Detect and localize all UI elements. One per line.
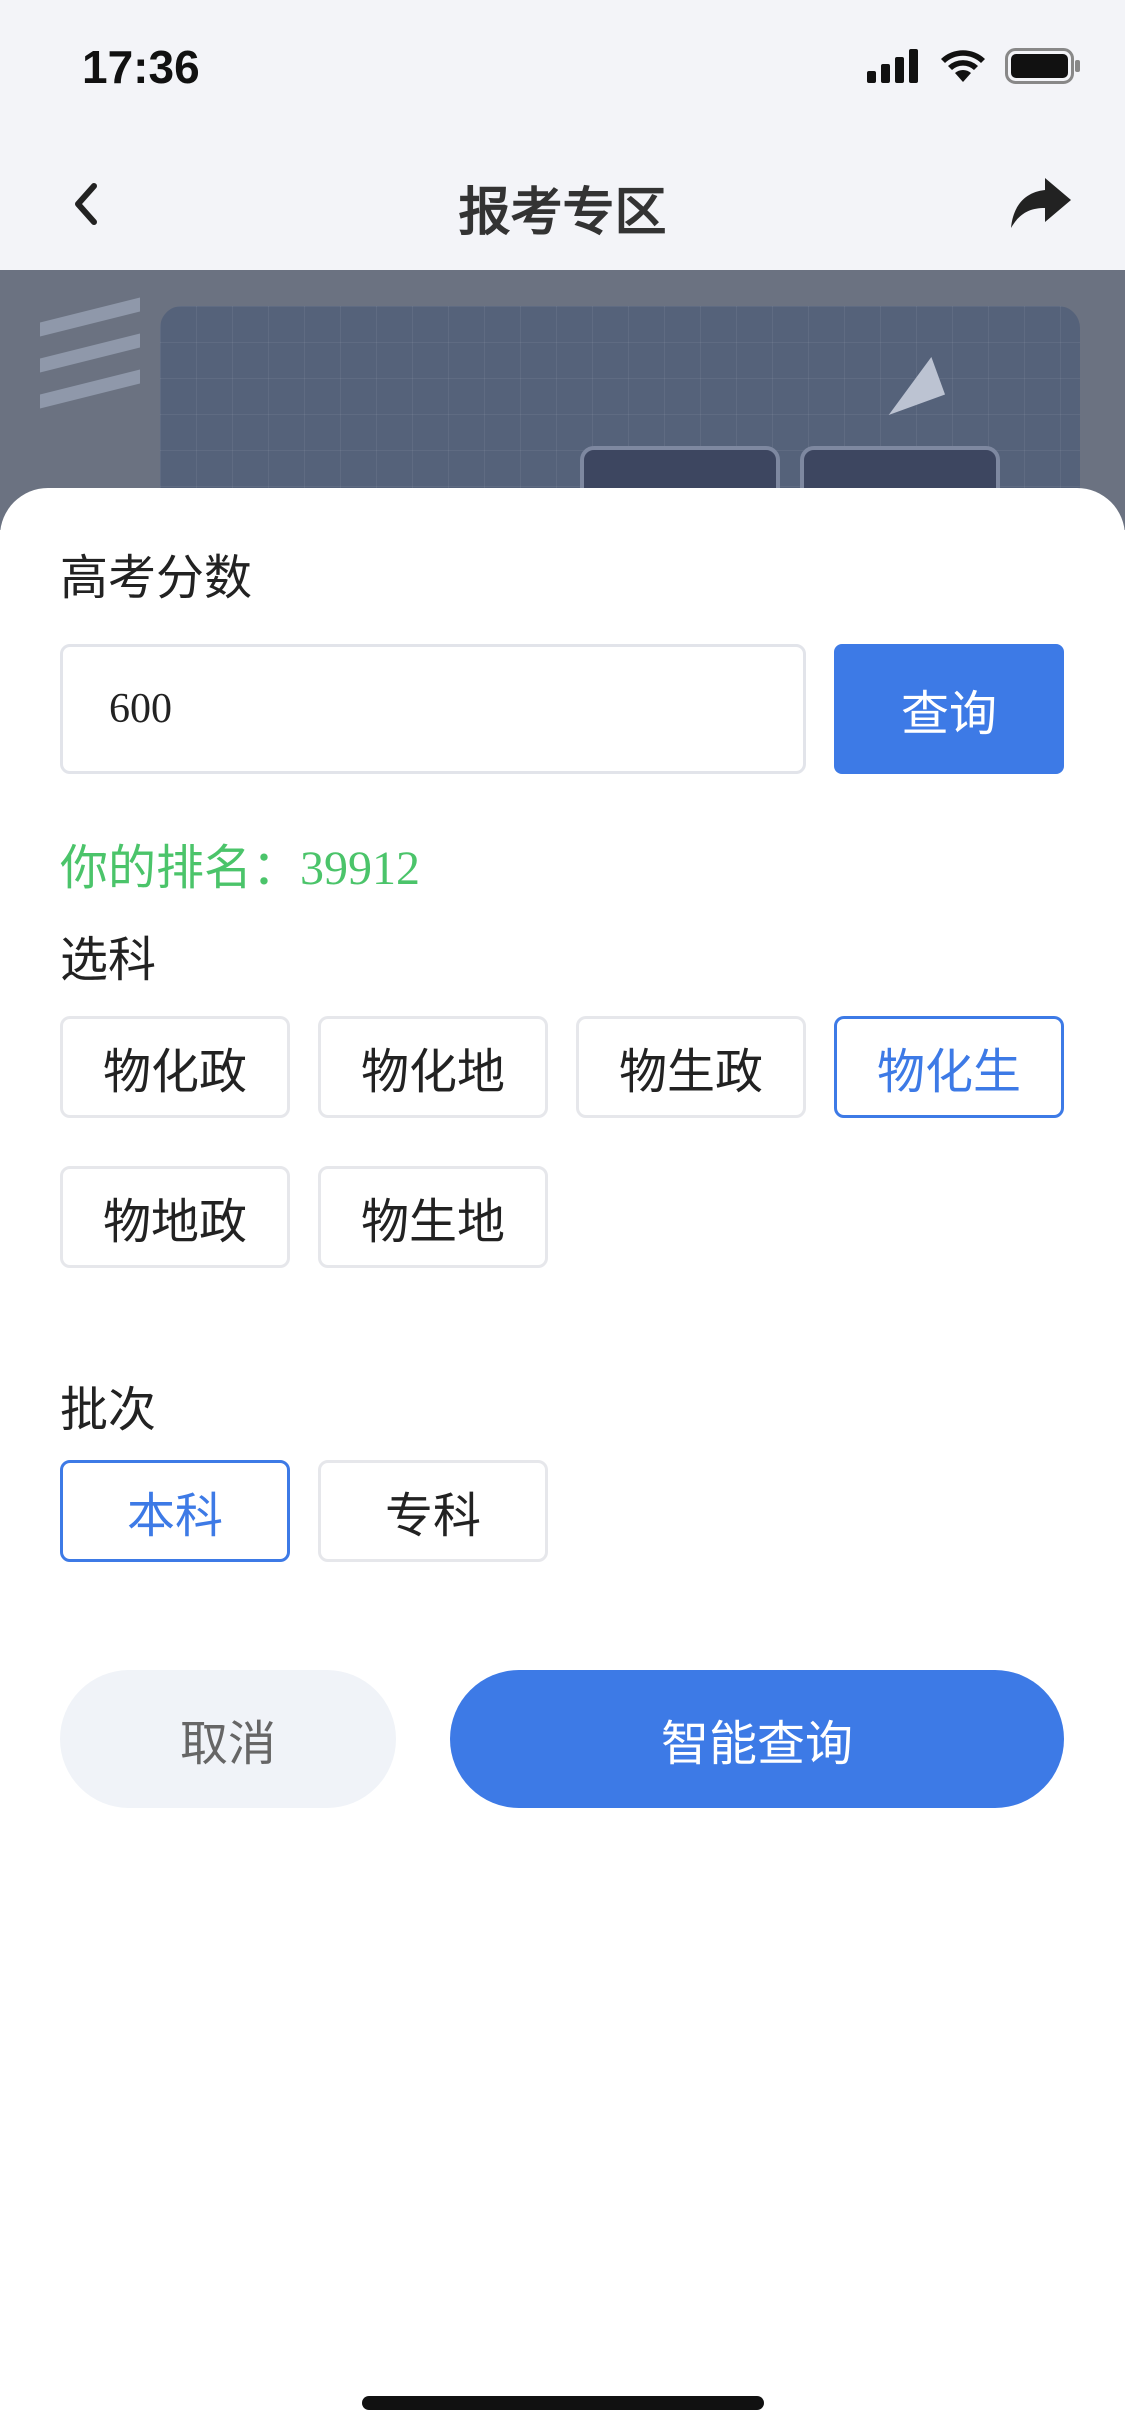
smart-query-button[interactable]: 智能查询 xyxy=(450,1670,1064,1808)
batch-chip-selected[interactable]: 本科 xyxy=(60,1460,290,1562)
battery-icon xyxy=(1005,48,1080,84)
subject-chip[interactable]: 物生地 xyxy=(318,1166,548,1268)
score-input[interactable] xyxy=(60,644,806,774)
subject-chip[interactable]: 物化政 xyxy=(60,1016,290,1118)
home-indicator[interactable] xyxy=(362,2396,764,2410)
subject-chip-selected[interactable]: 物化生 xyxy=(834,1016,1064,1118)
share-icon[interactable] xyxy=(1009,174,1073,234)
score-label: 高考分数 xyxy=(60,550,253,606)
rank-display: 你的排名：39912 xyxy=(60,828,420,898)
cancel-button[interactable]: 取消 xyxy=(60,1670,396,1808)
rank-value: 39912 xyxy=(300,842,421,895)
status-icons xyxy=(867,48,1081,84)
subjects-label: 选科 xyxy=(60,932,157,988)
page-title: 报考专区 xyxy=(458,183,667,243)
status-bar: 17:36 xyxy=(0,0,1125,140)
rank-prefix: 你的排名： xyxy=(60,840,301,896)
query-sheet: 高考分数 查询 你的排名：39912 选科 物化政 物化地 物生政 物化生 物地… xyxy=(0,488,1125,2436)
cellular-signal-icon xyxy=(867,49,918,83)
wifi-icon xyxy=(941,50,985,82)
batch-chip[interactable]: 专科 xyxy=(318,1460,548,1562)
subject-chip[interactable]: 物生政 xyxy=(576,1016,806,1118)
subject-chip[interactable]: 物化地 xyxy=(318,1016,548,1118)
status-time: 17:36 xyxy=(82,41,200,93)
query-button[interactable]: 查询 xyxy=(834,644,1064,774)
nav-bar: 报考专区 xyxy=(0,140,1125,270)
paper-plane-icon xyxy=(874,356,946,416)
batch-label: 批次 xyxy=(60,1382,157,1438)
subject-chip[interactable]: 物地政 xyxy=(60,1166,290,1268)
